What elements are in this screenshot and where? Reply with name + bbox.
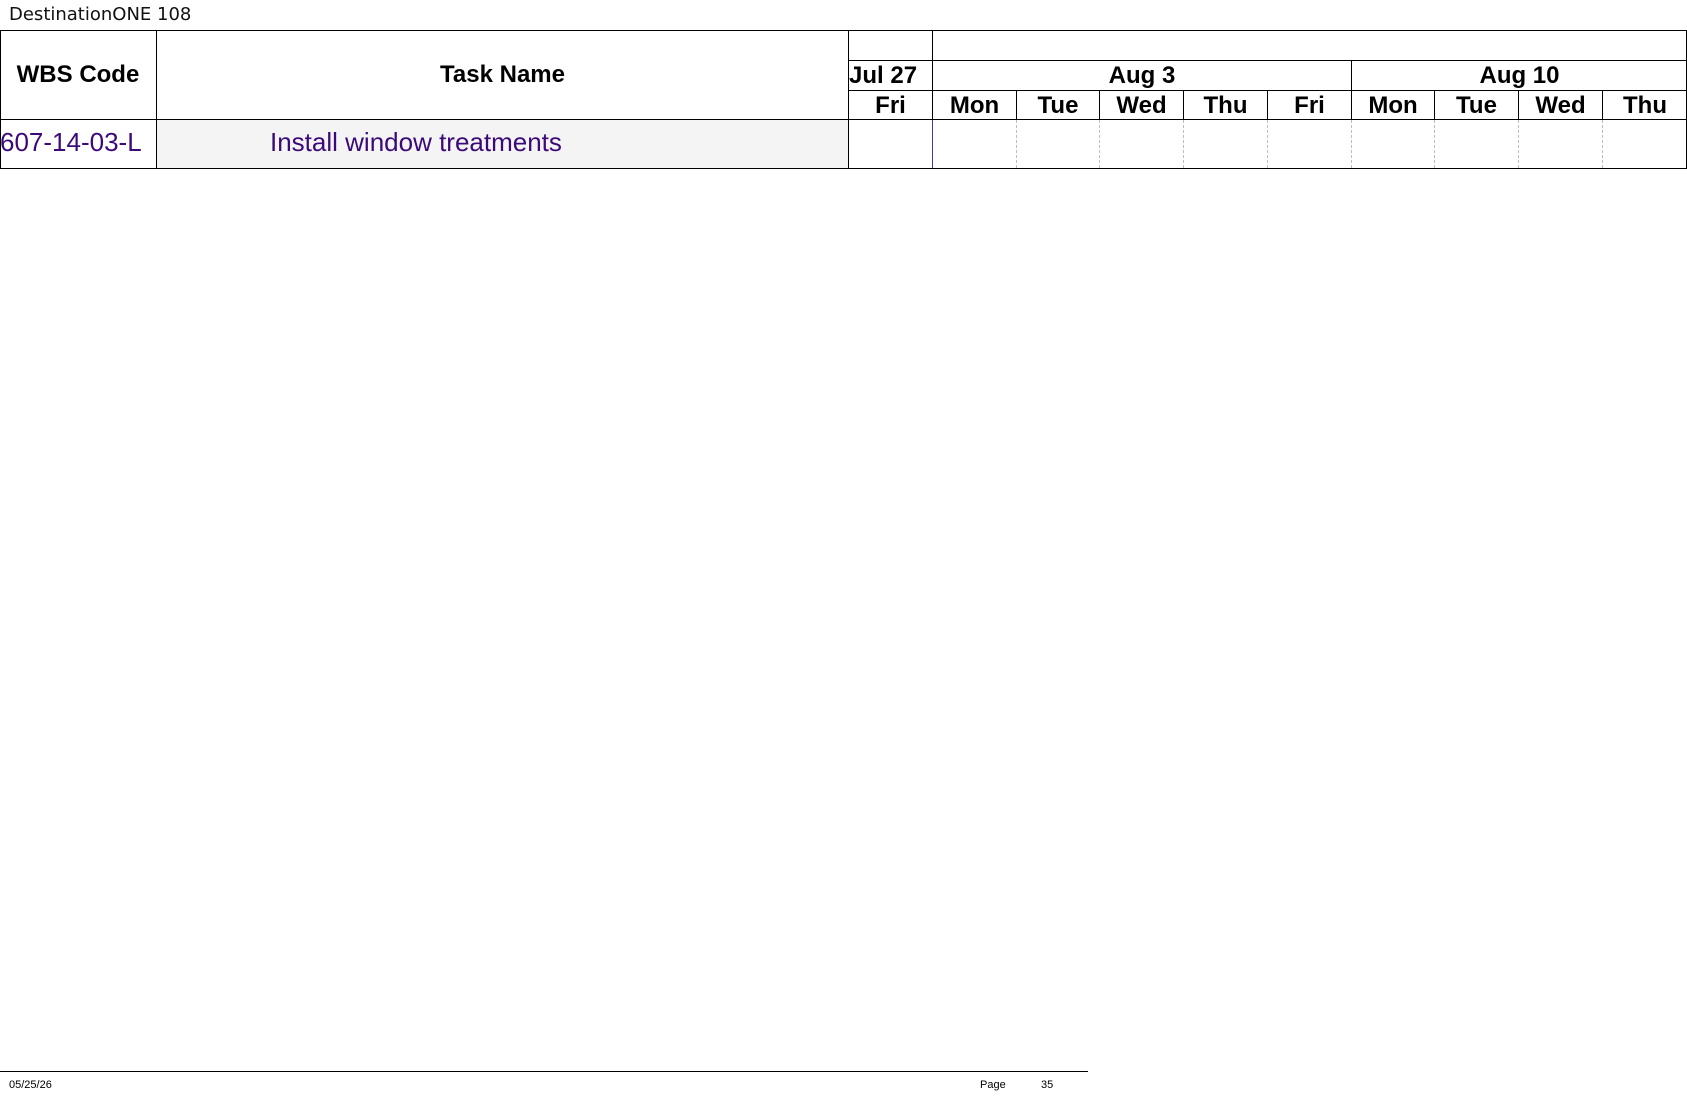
day-gridline	[1016, 120, 1017, 168]
day-gridline	[1267, 120, 1268, 168]
day-gridline	[1434, 120, 1435, 168]
day-gridline	[1351, 120, 1352, 168]
week-label: Aug 10	[1479, 61, 1560, 89]
footer-rule	[0, 1071, 1088, 1072]
day-label: Tue	[1037, 91, 1079, 119]
footer-date: 05/25/26	[9, 1079, 52, 1091]
day-label: Thu	[1623, 91, 1667, 119]
day-label: Fri	[875, 91, 906, 119]
project-title: DestinationONE 108	[9, 4, 192, 25]
week-label: Aug 3	[1108, 61, 1176, 89]
week-label: Jul 27	[849, 61, 918, 89]
day-gridline	[1602, 120, 1603, 168]
task-name-cell: Install window treatments	[270, 127, 562, 157]
day-gridline	[1518, 120, 1519, 168]
day-label: Tue	[1456, 91, 1497, 119]
today-line	[932, 120, 933, 168]
day-label: Mon	[949, 91, 1000, 119]
wbs-code-cell: 607-14-03-L	[0, 127, 142, 157]
day-label: Fri	[1294, 91, 1325, 119]
day-gridline	[1099, 120, 1100, 168]
day-gridline	[1183, 120, 1184, 168]
day-label: Wed	[1535, 91, 1586, 119]
column-header-task-name: Task Name	[440, 60, 565, 88]
footer-page-label: Page	[980, 1079, 1006, 1091]
day-label: Mon	[1368, 91, 1418, 119]
column-header-wbs-code: WBS Code	[16, 60, 140, 88]
footer-page-number: 35	[1041, 1079, 1054, 1091]
day-label: Wed	[1116, 91, 1167, 119]
day-label: Thu	[1203, 91, 1248, 119]
